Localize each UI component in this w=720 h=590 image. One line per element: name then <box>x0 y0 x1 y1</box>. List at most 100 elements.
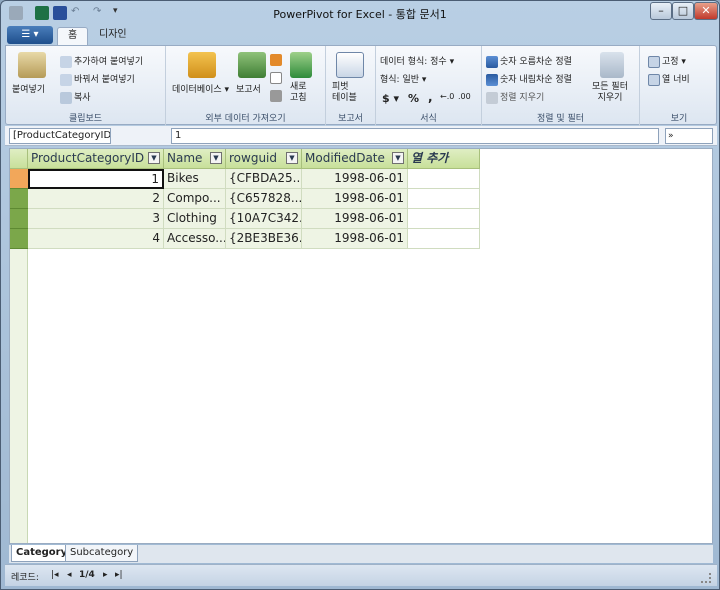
resize-grip[interactable] <box>701 573 711 583</box>
refresh-button[interactable]: 새로 고침 <box>290 82 307 104</box>
grid-cell[interactable]: 4 <box>28 229 164 249</box>
column-header-label: rowguid <box>229 151 277 165</box>
database-connection-icon[interactable] <box>270 90 282 102</box>
file-menu-button[interactable]: ☰ ▾ <box>7 26 53 44</box>
add-column-cell[interactable] <box>408 189 480 209</box>
sort-ascending-label: 숫자 오름차순 정렬 <box>500 57 572 67</box>
grid-cell[interactable]: Compo... <box>164 189 226 209</box>
group-sort-filter: 숫자 오름차순 정렬 숫자 내림차순 정렬 정렬 지우기 모든 필터 지우기 정… <box>482 46 640 126</box>
sheet-tabs: Category Subcategory <box>9 545 713 563</box>
column-filter-dropdown-icon[interactable]: ▼ <box>148 152 160 164</box>
grid-cell[interactable]: 1 <box>28 169 164 189</box>
formula-input[interactable]: 1 <box>171 128 659 144</box>
freeze-label: 고정 <box>662 57 679 67</box>
row-selector[interactable] <box>10 229 28 249</box>
data-type-dropdown[interactable]: 데이터 형식: 정수 ▾ <box>380 54 454 67</box>
column-width-label: 열 너비 <box>662 75 690 85</box>
column-width-button[interactable]: 열 너비 <box>648 72 690 86</box>
paste-append-button[interactable]: 추가하여 붙여넣기 <box>60 54 143 68</box>
column-header[interactable]: Name ▼ <box>164 149 226 169</box>
column-filter-dropdown-icon[interactable]: ▼ <box>392 152 404 164</box>
pivot-table-button[interactable]: 피벗 테이블 <box>332 82 357 104</box>
data-type-label: 데이터 형식: 정수 <box>380 57 447 67</box>
grid-cell[interactable]: 2 <box>28 189 164 209</box>
paste-button[interactable]: 붙여넣기 <box>12 82 45 95</box>
grid-cell[interactable]: Clothing <box>164 209 226 229</box>
sheet-tab-category[interactable]: Category <box>11 545 73 562</box>
prev-record-icon[interactable]: ◂ <box>67 570 72 580</box>
from-database-button[interactable]: 데이터베이스 ▾ <box>172 82 229 95</box>
sheet-tab-subcategory[interactable]: Subcategory <box>65 545 139 562</box>
pivot-table-icon <box>336 52 364 78</box>
clear-all-filters-button[interactable]: 모든 필터 지우기 <box>592 82 628 104</box>
maximize-button[interactable]: □ <box>672 2 694 20</box>
close-button[interactable]: ✕ <box>694 2 718 20</box>
other-sources-icon[interactable] <box>270 54 282 66</box>
add-column-cell[interactable] <box>408 169 480 189</box>
percent-button[interactable]: % <box>408 92 419 105</box>
paste-icon <box>18 52 46 78</box>
paste-replace-button[interactable]: 바꿔서 붙여넣기 <box>60 72 135 86</box>
name-box[interactable]: [ProductCategoryID] ▾ <box>9 128 111 144</box>
add-column-cell[interactable] <box>408 229 480 249</box>
clear-sort-icon <box>486 91 498 104</box>
grid-cell[interactable]: 1998-06-01 <box>302 209 408 229</box>
data-grid: ProductCategoryID ▼ Name ▼ rowguid ▼ ModifiedD… <box>9 148 713 544</box>
from-database-label: 데이터베이스 <box>172 85 222 95</box>
row-selector[interactable] <box>10 209 28 229</box>
record-label: 레코드: <box>11 573 39 583</box>
powerpivot-window: ↶ ↷ ▾ PowerPivot for Excel - 통합 문서1 – □ … <box>0 0 720 590</box>
freeze-button[interactable]: 고정 ▾ <box>648 54 686 68</box>
format-label: 형식: 일반 <box>380 75 420 85</box>
grid-cell[interactable]: 1998-06-01 <box>302 169 408 189</box>
existing-connections-icon[interactable] <box>270 72 282 84</box>
currency-symbol: $ <box>382 92 390 105</box>
column-filter-dropdown-icon[interactable]: ▼ <box>286 152 298 164</box>
last-record-icon[interactable]: ▸| <box>115 570 123 580</box>
sort-descending-button[interactable]: 숫자 내림차순 정렬 <box>486 72 572 86</box>
add-column-cell[interactable] <box>408 209 480 229</box>
tab-design[interactable]: 디자인 <box>89 27 137 45</box>
report-icon <box>238 52 266 78</box>
row-selector[interactable] <box>10 169 28 189</box>
tab-home[interactable]: 홈 <box>57 27 89 45</box>
column-header[interactable]: ProductCategoryID ▼ <box>28 149 164 169</box>
group-view: 고정 ▾ 열 너비 보기 <box>640 46 718 126</box>
increase-decimal-icon[interactable]: ←.0 <box>440 92 454 101</box>
copy-button[interactable]: 복사 <box>60 90 91 104</box>
grid-cell[interactable]: Accesso... <box>164 229 226 249</box>
column-filter-dropdown-icon[interactable]: ▼ <box>210 152 222 164</box>
first-record-icon[interactable]: |◂ <box>51 570 59 580</box>
from-report-button[interactable]: 보고서 <box>236 82 261 95</box>
row-selector[interactable] <box>10 189 28 209</box>
minimize-button[interactable]: – <box>650 2 672 20</box>
column-header[interactable]: ModifiedDate ▼ <box>302 149 408 169</box>
sort-ascending-button[interactable]: 숫자 오름차순 정렬 <box>486 54 572 68</box>
add-column-header[interactable]: 열 추가 <box>408 149 480 169</box>
grid-cell[interactable]: 3 <box>28 209 164 229</box>
grid-cell[interactable]: {10A7C342... <box>226 209 302 229</box>
expand-formula-icon[interactable]: » <box>665 128 713 144</box>
grid-cell[interactable]: 1998-06-01 <box>302 229 408 249</box>
grid-cell[interactable]: {C657828... <box>226 189 302 209</box>
grid-cell[interactable]: 1998-06-01 <box>302 189 408 209</box>
database-icon <box>188 52 216 78</box>
grid-cell[interactable]: Bikes <box>164 169 226 189</box>
grid-cell[interactable]: {CFBDA25... <box>226 169 302 189</box>
select-all-corner[interactable] <box>10 149 28 169</box>
currency-button[interactable]: $ ▾ <box>382 92 399 105</box>
next-record-icon[interactable]: ▸ <box>103 570 108 580</box>
column-header[interactable]: rowguid ▼ <box>226 149 302 169</box>
group-external-data: 데이터베이스 ▾ 보고서 새로 고침 외부 데이터 가져오기 <box>166 46 326 126</box>
column-width-icon <box>648 73 660 86</box>
external-data-group-label: 외부 데이터 가져오기 <box>205 114 286 124</box>
grid-cell[interactable]: {2BE3BE36... <box>226 229 302 249</box>
paste-replace-label: 바꿔서 붙여넣기 <box>74 75 135 85</box>
column-header-label: 열 추가 <box>411 151 449 165</box>
format-dropdown[interactable]: 형식: 일반 ▾ <box>380 72 426 85</box>
decrease-decimal-icon[interactable]: .00 <box>458 92 471 101</box>
column-header-label: ProductCategoryID <box>31 151 145 165</box>
clear-sort-button[interactable]: 정렬 지우기 <box>486 90 544 104</box>
row-header-empty <box>10 249 28 543</box>
comma-button[interactable]: , <box>428 90 433 104</box>
